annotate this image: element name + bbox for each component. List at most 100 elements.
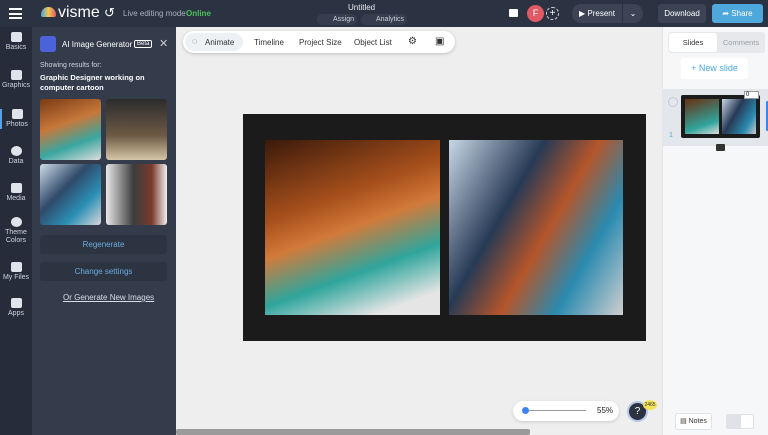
rail-data[interactable]: Data <box>0 146 32 166</box>
rail-graphics[interactable]: Graphics <box>0 70 32 90</box>
change-settings-button[interactable]: Change settings <box>40 262 167 281</box>
regenerate-label: Regenerate <box>82 240 125 249</box>
timeline-button[interactable]: Timeline <box>254 38 284 47</box>
zoom-control: 55% <box>513 401 619 421</box>
present-button[interactable]: ▶ Present <box>572 4 622 23</box>
comment-icon[interactable] <box>509 9 518 17</box>
present-options-chevron-icon[interactable]: ⌄ <box>623 4 643 23</box>
result-image-4[interactable] <box>106 164 167 225</box>
slide-image-left[interactable] <box>265 140 440 315</box>
slide-thumbnail[interactable] <box>681 95 760 138</box>
panel-title: AI Image Generator <box>62 40 133 49</box>
help-badge: 2465 <box>643 400 657 410</box>
slide-image-right[interactable] <box>449 140 623 315</box>
slide-duration-value: 0 <box>746 92 750 98</box>
undo-icon[interactable]: ↺ <box>104 5 115 21</box>
ai-generator-icon <box>40 36 56 52</box>
settings-gear-icon[interactable]: ⚙ <box>408 36 417 47</box>
rail-media[interactable]: Media <box>0 183 32 203</box>
rail-label: Data <box>8 158 24 165</box>
analytics-label: Analytics <box>376 16 405 23</box>
slide-canvas[interactable] <box>243 114 646 341</box>
rail-theme-colors[interactable]: Theme Colors <box>0 217 32 245</box>
change-settings-label: Change settings <box>74 267 133 276</box>
rail-label: Media <box>6 195 26 202</box>
horizontal-scrollbar[interactable] <box>176 429 530 435</box>
apps-icon <box>10 298 22 308</box>
rail-photos[interactable]: Photos <box>0 109 32 129</box>
photos-icon <box>11 109 23 119</box>
notes-button[interactable]: ▤ Notes <box>675 413 712 430</box>
grid-view-icon[interactable] <box>726 414 740 429</box>
insert-slide-icon[interactable] <box>716 144 725 151</box>
assign-button[interactable]: Assign <box>317 14 357 25</box>
rail-label: Theme Colors <box>5 229 27 244</box>
animate-icon: ◌ <box>192 36 198 46</box>
tab-slides[interactable]: Slides <box>669 33 717 52</box>
zoom-value: 55% <box>597 406 614 415</box>
basics-icon <box>10 32 22 42</box>
thumb-image-right <box>722 99 756 134</box>
result-image-1[interactable] <box>40 99 101 160</box>
top-bar: visme ↺ Live editing mode Online Untitle… <box>0 0 768 27</box>
canvas-toolbar: ◌ Animate Timeline Project Size Object L… <box>183 31 455 53</box>
slide-duration[interactable]: 0 <box>744 91 759 99</box>
download-label: Download <box>664 9 700 18</box>
panel-tabs: Slides Comments <box>668 32 765 53</box>
share-button[interactable]: ➦ Share <box>712 4 763 23</box>
regenerate-button[interactable]: Regenerate <box>40 235 167 254</box>
present-label: Present <box>587 9 615 18</box>
online-status: Online <box>186 9 211 18</box>
add-collaborator-icon[interactable]: + <box>546 7 559 20</box>
showing-results-label: Showing results for: <box>40 62 102 69</box>
zoom-slider-handle[interactable] <box>522 407 529 414</box>
slide-options-icon[interactable] <box>668 97 678 107</box>
rail-label: Graphics <box>1 82 30 89</box>
tab-slides-label: Slides <box>682 38 704 47</box>
slide-number: 1 <box>669 132 673 139</box>
rail-my-files[interactable]: My Files <box>0 262 32 282</box>
left-rail: Basics Graphics Photos Data Media Theme … <box>0 27 32 435</box>
avatar[interactable]: F <box>527 5 544 22</box>
list-view-icon[interactable] <box>740 414 754 429</box>
avatar-initial: F <box>532 8 539 18</box>
analytics-button[interactable]: Analytics <box>361 14 407 25</box>
beta-badge: Beta <box>134 40 153 48</box>
preview-icon[interactable]: ▣ <box>435 36 444 47</box>
palette-icon <box>10 217 22 227</box>
generate-new-images-link[interactable]: Or Generate New Images <box>63 293 154 302</box>
object-list-button[interactable]: Object List <box>354 38 392 47</box>
media-icon <box>10 183 22 193</box>
rail-label: Apps <box>8 310 24 317</box>
new-slide-label: + New slide <box>691 63 738 73</box>
graphics-icon <box>10 70 22 80</box>
folder-icon <box>10 262 22 272</box>
rail-label: Photos <box>6 121 28 128</box>
help-badge-count: 2465 <box>644 402 656 408</box>
menu-icon[interactable] <box>9 8 22 19</box>
visme-logo-icon <box>41 7 56 17</box>
tab-comments[interactable]: Comments <box>717 33 765 52</box>
new-slide-button[interactable]: + New slide <box>681 58 748 79</box>
document-title[interactable]: Untitled <box>348 3 375 12</box>
live-mode-label: Live editing mode <box>123 9 186 18</box>
tab-comments-label: Comments <box>722 38 760 47</box>
download-button[interactable]: Download <box>658 4 706 23</box>
notes-label: Notes <box>688 418 707 425</box>
share-label: Share <box>731 9 753 18</box>
rail-label: My Files <box>2 274 30 281</box>
brand-logo: visme <box>58 4 100 21</box>
result-image-2[interactable] <box>106 99 167 160</box>
result-image-3[interactable] <box>40 164 101 225</box>
rail-apps[interactable]: Apps <box>0 298 32 318</box>
rail-basics[interactable]: Basics <box>0 32 32 52</box>
close-icon[interactable]: ✕ <box>159 37 168 50</box>
pie-chart-icon <box>10 146 22 156</box>
animate-label[interactable]: Animate <box>205 38 234 47</box>
query-text: Graphic Designer working on computer car… <box>40 73 145 92</box>
assign-label: Assign <box>333 16 355 23</box>
project-size-button[interactable]: Project Size <box>299 38 342 47</box>
zoom-slider[interactable] <box>523 410 586 411</box>
slides-panel: Slides Comments + New slide 1 0 ▤ Notes <box>662 27 768 435</box>
ai-image-panel: AI Image Generator Beta ✕ Showing result… <box>32 27 176 435</box>
